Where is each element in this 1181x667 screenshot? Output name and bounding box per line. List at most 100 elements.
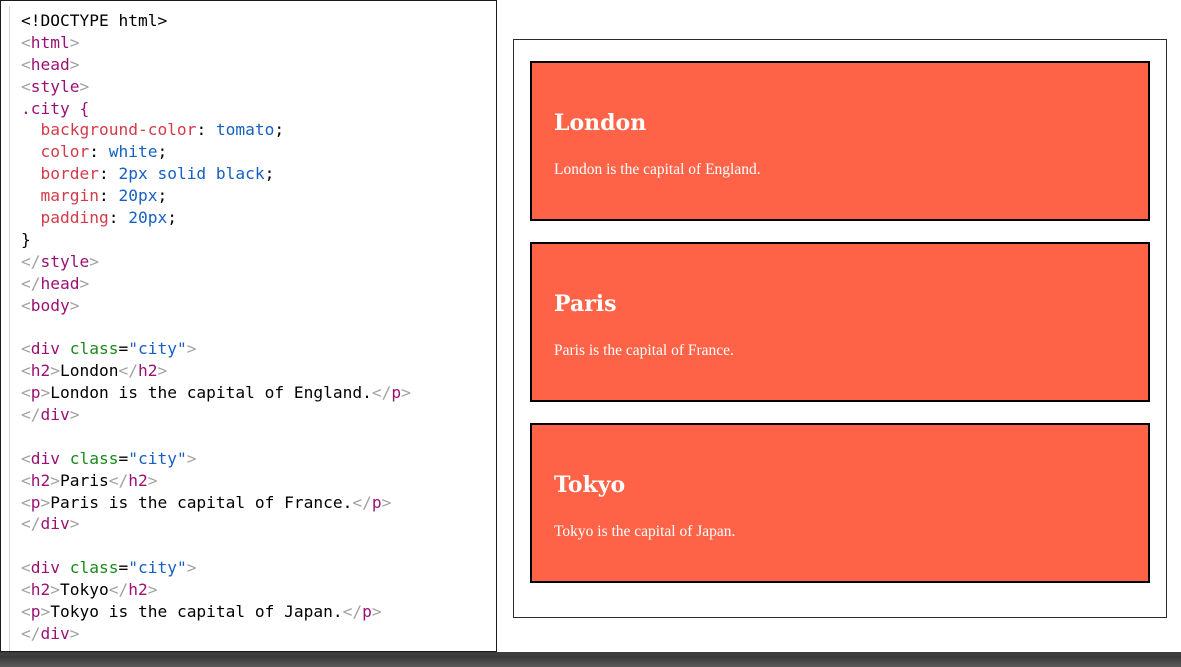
code-line: <head> [21,54,411,76]
code-token: = [118,558,129,578]
code-token: class [60,448,119,468]
code-token: > [381,492,392,512]
code-line: } [21,229,411,251]
code-token: ; [167,208,177,228]
code-token: > [69,405,80,425]
code-token: < [21,32,31,52]
code-token: < [21,558,31,578]
code-token: 20px [118,186,158,206]
code-token: </ [21,623,41,643]
code-token: < [21,470,31,490]
code-token: p [30,492,41,512]
code-token: h2 [128,580,148,600]
code-token: </ [21,251,41,271]
code-token: tomato [215,120,275,140]
code-token: > [69,514,80,534]
code-line: <div class="city"> [21,557,411,579]
code-token: h2 [128,470,148,490]
code-line: <html> [21,32,411,54]
code-token: class [60,558,119,578]
code-token: p [362,602,372,622]
code-token: </ [21,273,41,293]
code-token: < [21,54,31,74]
city-description: Paris is the capital of France. [554,342,734,359]
code-token: : [89,142,109,162]
code-token: > [40,602,51,622]
code-token: ; [157,142,168,162]
code-line: <!DOCTYPE html> [21,10,411,32]
code-token: <!DOCTYPE html> [21,11,168,30]
code-token: > [371,602,382,622]
code-token: div [30,558,60,578]
code-token: 20px [128,208,168,228]
code-token: border [21,164,99,184]
code-line: </head> [21,273,411,295]
code-token: > [157,361,168,381]
city-box-paris: Paris Paris is the capital of France. [530,242,1150,402]
code-token: > [147,580,158,600]
code-token: padding [21,208,109,228]
code-token: html [30,32,70,52]
code-line: <h2>Tokyo</h2> [21,579,411,601]
code-token: h2 [30,580,51,600]
code-token: margin [21,186,99,206]
code-line: border: 2px solid black; [21,163,411,185]
code-token: h2 [30,470,51,490]
code-token: p [371,492,382,512]
code-token: ; [264,164,275,184]
code-line: <div class="city"> [21,338,411,360]
code-token: </ [352,492,372,512]
code-token: < [21,492,31,512]
code-line: <p>London is the capital of England.</p> [21,382,411,404]
code-line: <div class="city"> [21,448,411,470]
code-token: > [401,383,411,403]
code-token: p [30,383,41,403]
code-token: div [40,405,70,425]
code-token: "city" [128,448,187,468]
code-line: <p>Paris is the capital of France.</p> [21,492,411,514]
code-token: : [98,164,119,184]
code-token: Tokyo is the capital of Japan. [50,602,343,622]
code-line: </style> [21,251,411,273]
code-token: p [30,602,41,622]
code-line: <body> [21,295,411,317]
code-token: : [98,186,119,206]
code-editor-panel[interactable]: <!DOCTYPE html> <html> <head> <style> .city … [0,0,497,652]
bottom-divider-edge [0,652,1181,656]
code-text[interactable]: <!DOCTYPE html> <html> <head> <style> .city … [21,10,411,645]
code-token: < [21,295,31,315]
city-box-tokyo: Tokyo Tokyo is the capital of Japan. [530,423,1150,583]
code-line: <h2>Paris</h2> [21,470,411,492]
code-token: </ [371,383,392,403]
code-token: < [21,580,31,600]
code-token: > [40,383,51,403]
code-token: 2px solid black [118,164,265,184]
code-token: : [196,120,216,140]
code-token: div [40,514,70,534]
code-token: > [69,623,80,643]
code-token: Tokyo [60,580,109,600]
code-line: background-color: tomato; [21,119,411,141]
code-token: > [50,470,60,490]
code-token: body [30,295,70,315]
code-line: </div> [21,404,411,426]
code-token: </ [21,405,41,425]
code-token: style [30,76,80,96]
code-token: p [391,383,402,403]
code-token: Paris [60,470,109,490]
code-token: "city" [128,339,187,359]
code-token: h2 [137,361,158,381]
code-token: h2 [30,361,51,381]
code-token: > [186,339,197,359]
city-heading: London [554,110,647,136]
code-token: > [50,580,60,600]
city-description: London is the capital of England. [554,161,761,178]
code-token: white [108,142,158,162]
code-token: > [186,558,197,578]
code-token: > [69,32,80,52]
code-line: color: white; [21,141,411,163]
code-token: div [40,623,70,643]
code-token: Paris is the capital of France. [50,492,353,512]
